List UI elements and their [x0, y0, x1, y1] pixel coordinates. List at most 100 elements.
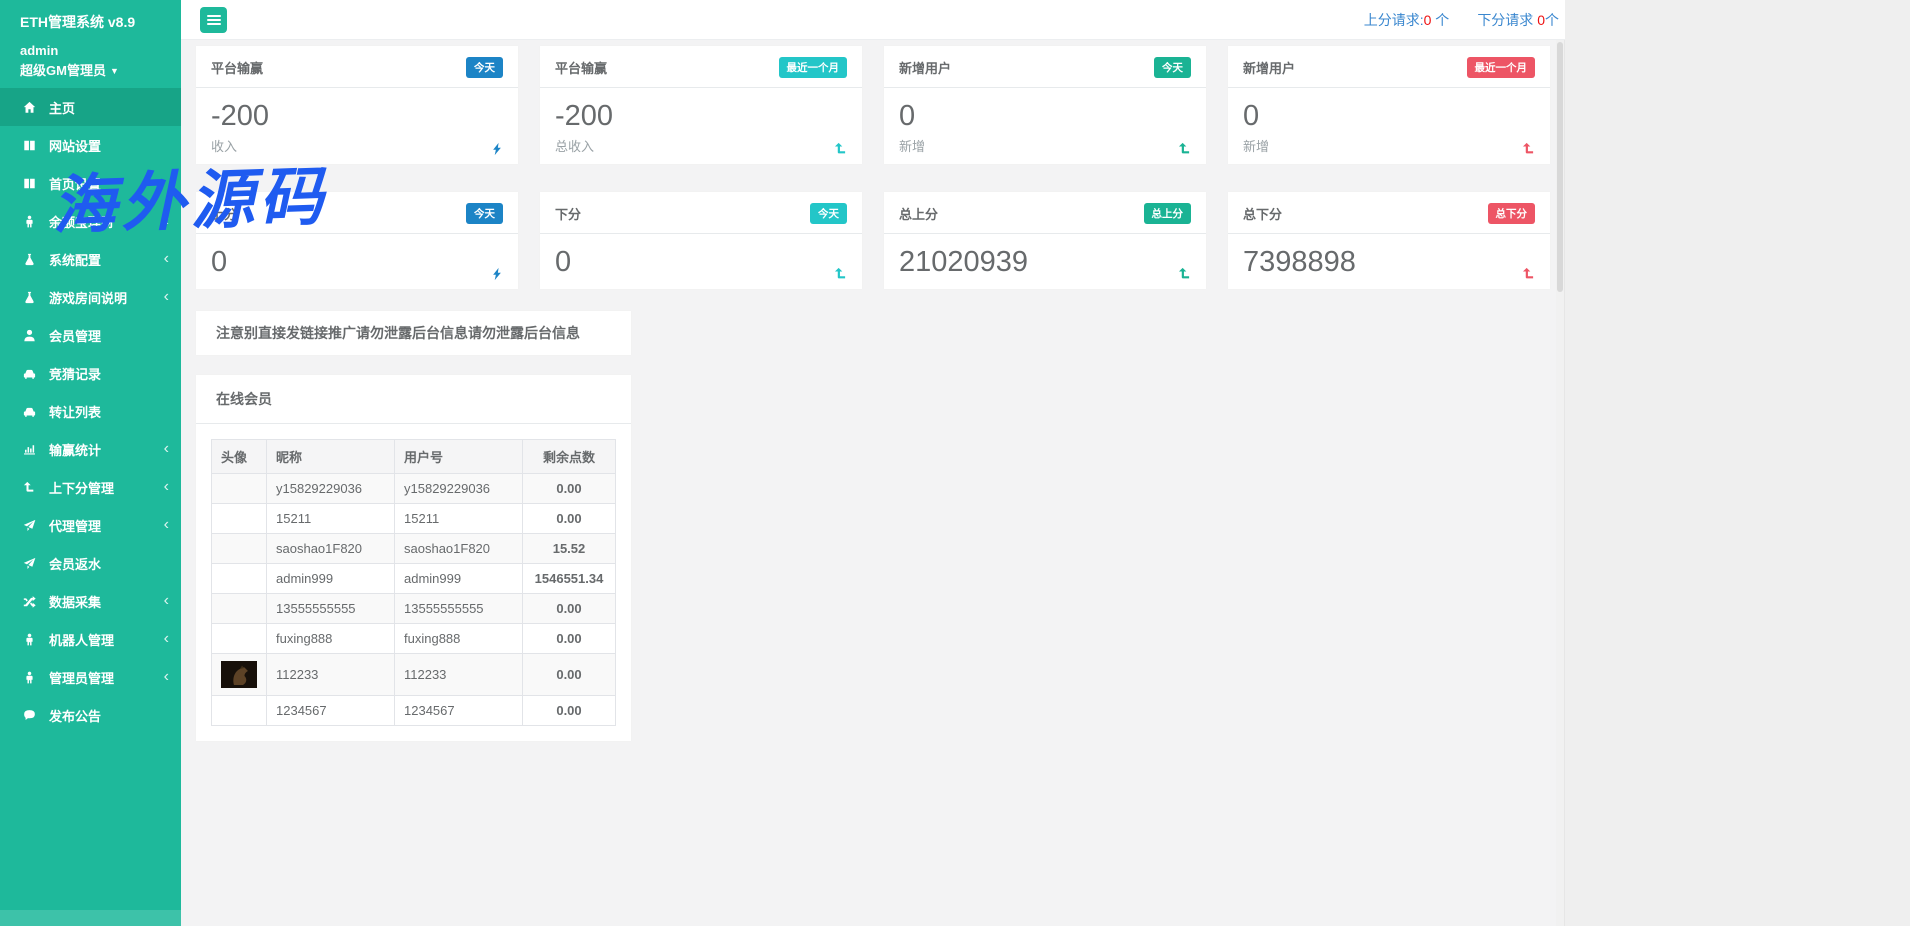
stat-card-4: 上分今天0 [196, 192, 518, 288]
sidebar-item-label: 数据采集 [49, 592, 101, 611]
sidebar-item-agent-management[interactable]: 代理管理 ‹ [0, 506, 181, 544]
chevron-left-icon: ‹ [164, 669, 169, 685]
points-cell: 0.00 [523, 623, 616, 653]
chevron-left-icon: ‹ [164, 631, 169, 647]
male-icon [23, 632, 39, 646]
notice-text: 注意别直接发链接推广请勿泄露后台信息请勿泄露后台信息 [216, 325, 580, 341]
sidebar-item-data-collection[interactable]: 数据采集‹ [0, 582, 181, 620]
sidebar-footer [0, 910, 181, 926]
sidebar-item-label: 网站设置 [49, 136, 101, 155]
up-request-link[interactable]: 上分请求:0 个 [1364, 10, 1450, 30]
points-cell: 1546551.34 [523, 563, 616, 593]
level-up-icon [834, 267, 848, 281]
avatar-cell [212, 503, 267, 533]
sidebar-item-guess-records[interactable]: 竞猜记录 [0, 354, 181, 392]
table-row: 13555555555135555555550.00 [212, 593, 616, 623]
user-id-cell: 1234567 [395, 695, 523, 725]
level-up-icon [1178, 142, 1192, 156]
table-row: 1122331122330.00 [212, 653, 616, 695]
user-id-cell: 112233 [395, 653, 523, 695]
level-up-icon [1178, 267, 1192, 281]
scrollbar-thumb[interactable] [1557, 42, 1563, 292]
sidebar-item-label: 管理员管理 [49, 668, 114, 687]
nickname-cell: 15211 [267, 503, 395, 533]
sidebar-item-site-settings[interactable]: 网站设置 [0, 126, 181, 164]
sidebar-menu: 主页网站设置首页设置余额宝理财‹系统配置‹游戏房间说明‹会员管理竞猜记录转让列表… [0, 88, 181, 734]
card-sublabel: 总收入 [555, 136, 847, 155]
sidebar-item-publish-notice[interactable]: 发布公告 [0, 696, 181, 734]
topbar: 上分请求:0 个 下分请求 0个 [181, 0, 1565, 40]
column-header: 昵称 [267, 439, 395, 473]
sidebar-item-label: 发布公告 [49, 706, 101, 725]
caret-down-icon: ▼ [110, 66, 119, 76]
down-request-link[interactable]: 下分请求 0个 [1477, 10, 1559, 30]
sidebar-item-robot-management[interactable]: 机器人管理 ‹ [0, 620, 181, 658]
up-request-label: 上分请求: [1364, 12, 1424, 28]
card-title: 下分 [555, 204, 581, 223]
card-badge: 最近一个月 [779, 57, 848, 78]
chevron-left-icon: ‹ [164, 213, 169, 229]
card-title: 新增用户 [899, 58, 951, 77]
sidebar-item-member-rebate[interactable]: 会员返水 [0, 544, 181, 582]
sidebar-item-index-settings[interactable]: 首页设置 [0, 164, 181, 202]
user-name: admin [0, 32, 181, 58]
user-id-cell: 13555555555 [395, 593, 523, 623]
card-value: 21020939 [899, 246, 1191, 279]
nickname-cell: 13555555555 [267, 593, 395, 623]
table-header-row: 头像昵称用户号剩余点数 [212, 439, 616, 473]
card-value: 0 [211, 246, 503, 279]
hamburger-button[interactable] [200, 7, 227, 33]
sidebar-item-admin-management[interactable]: 管理员管理 ‹ [0, 658, 181, 696]
user-role-label: 超级GM管理员 [20, 63, 106, 78]
car-icon [23, 366, 39, 380]
sidebar-item-label: 转让列表 [49, 402, 101, 421]
level-up-icon [1522, 267, 1536, 281]
nickname-cell: saoshao1F820 [267, 533, 395, 563]
bar-chart-icon [23, 442, 39, 456]
sidebar-item-updown-management[interactable]: 上下分管理‹ [0, 468, 181, 506]
sidebar-item-winloss-stats[interactable]: 输赢统计‹ [0, 430, 181, 468]
user-role-dropdown[interactable]: 超级GM管理员 ▼ [0, 58, 181, 88]
sidebar-item-game-room-info[interactable]: 游戏房间说明‹ [0, 278, 181, 316]
stat-card-5: 下分今天0 [540, 192, 862, 288]
sidebar-item-system-config[interactable]: 系统配置‹ [0, 240, 181, 278]
up-request-unit: 个 [1431, 12, 1449, 28]
sidebar-item-transfer-list[interactable]: 转让列表 [0, 392, 181, 430]
sidebar-item-label: 游戏房间说明 [49, 288, 127, 307]
user-id-cell: fuxing888 [395, 623, 523, 653]
table-row: 123456712345670.00 [212, 695, 616, 725]
level-up-icon [834, 142, 848, 156]
scrollbar[interactable] [1556, 40, 1564, 926]
sidebar-item-label: 机器人管理 [49, 630, 114, 649]
sidebar: ETH管理系统 v8.9 admin 超级GM管理员▼ 主页网站设置首页设置余额… [0, 0, 181, 926]
chevron-left-icon: ‹ [164, 517, 169, 533]
card-sublabel: 收入 [211, 136, 503, 155]
table-row: saoshao1F820saoshao1F82015.52 [212, 533, 616, 563]
card-sublabel: 新增 [1243, 136, 1535, 155]
shuffle-icon [23, 594, 39, 608]
points-cell: 0.00 [523, 503, 616, 533]
sidebar-item-home[interactable]: 主页 [0, 88, 181, 126]
chevron-left-icon: ‹ [164, 251, 169, 267]
nickname-cell: 1234567 [267, 695, 395, 725]
online-members-table: 头像昵称用户号剩余点数y15829229036y158292290360.001… [211, 439, 616, 726]
columns-icon [23, 138, 39, 152]
sidebar-item-yuebao[interactable]: 余额宝理财‹ [0, 202, 181, 240]
down-request-unit: 个 [1545, 12, 1559, 28]
table-row: y15829229036y158292290360.00 [212, 473, 616, 503]
paper-plane-icon [23, 556, 39, 570]
card-badge: 总下分 [1488, 203, 1536, 224]
card-badge: 今天 [1154, 57, 1191, 78]
car-icon [23, 404, 39, 418]
column-header: 头像 [212, 439, 267, 473]
card-value: -200 [555, 100, 847, 133]
card-value: 0 [555, 246, 847, 279]
sidebar-item-member-management[interactable]: 会员管理 [0, 316, 181, 354]
sidebar-item-label: 上下分管理 [49, 478, 114, 497]
sidebar-item-label: 代理管理 [49, 516, 101, 535]
sidebar-item-label: 会员管理 [49, 326, 101, 345]
stat-card-6: 总上分总上分21020939 [884, 192, 1206, 288]
user-id-cell: admin999 [395, 563, 523, 593]
main-content: 平台输赢今天-200收入平台输赢最近一个月-200总收入新增用户今天0新增新增用… [181, 40, 1565, 926]
down-request-count: 0 [1537, 12, 1545, 28]
